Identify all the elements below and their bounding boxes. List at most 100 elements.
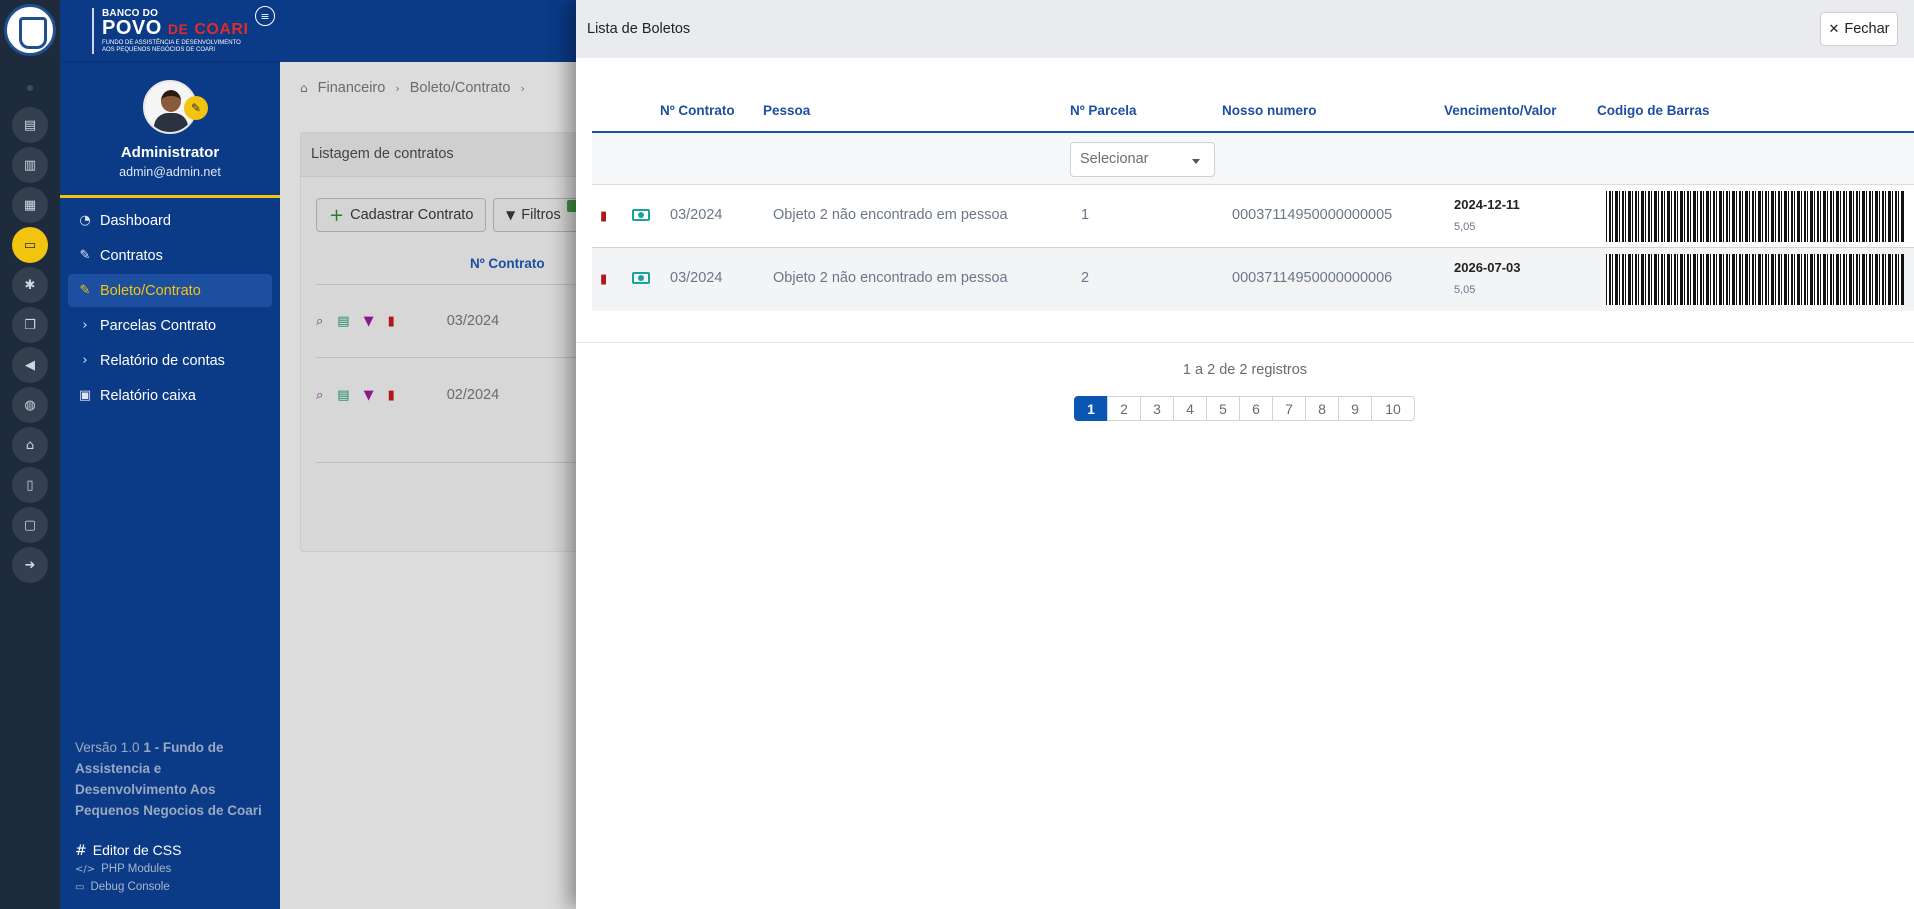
column-barcode[interactable]: Codigo de Barras [1597, 103, 1710, 118]
cogs-icon[interactable]: ✱ [12, 267, 48, 303]
monitor-icon[interactable]: ▢ [12, 507, 48, 543]
close-button[interactable]: ✕ Fechar [1820, 12, 1898, 46]
sidebar-item-label: Boleto/Contrato [100, 282, 201, 299]
breadcrumb-financeiro[interactable]: Financeiro [318, 80, 386, 96]
php-modules-link[interactable]: </> PHP Modules [75, 863, 171, 875]
add-contract-button[interactable]: + Cadastrar Contrato [316, 198, 487, 232]
id-card-icon[interactable]: ▤ [12, 107, 48, 143]
edit-icon: ✎ [79, 283, 91, 298]
bullhorn-icon[interactable]: ◀ [12, 347, 48, 383]
page-button[interactable]: 10 [1371, 396, 1415, 421]
pdf-icon[interactable]: ▮ [388, 314, 395, 329]
debug-console-link[interactable]: ▭ Debug Console [75, 881, 170, 893]
zoom-icon[interactable]: ⌕ [316, 314, 323, 329]
bg-column-contract: Nº Contrato [470, 256, 545, 271]
sidebar-item-label: Parcelas Contrato [100, 317, 217, 334]
sign-out-icon[interactable]: ➜ [12, 547, 48, 583]
rail-indicator [27, 85, 33, 91]
money-icon[interactable]: ▭ [12, 227, 48, 263]
edit-icon: ✎ [79, 248, 91, 263]
menu-toggle-icon[interactable]: ≡ [255, 6, 275, 26]
console-icon: ▭ [75, 882, 85, 893]
brand-de: DE [167, 21, 189, 37]
home-icon[interactable]: ⌂ [300, 81, 308, 95]
table-row[interactable]: ▮ 03/2024 Objeto 2 não encontrado em pes… [592, 248, 1914, 311]
home-icon[interactable]: ⌂ [12, 427, 48, 463]
chevron-right-icon: › [520, 81, 525, 95]
sidebar-item-relatorio-caixa[interactable]: ▣ Relatório caixa [68, 379, 272, 412]
cell-our-number: 00037114950000000005 [1232, 207, 1393, 223]
bg-table-row[interactable]: ⌕ ▤ ▼ ▮ 03/2024 [316, 286, 576, 356]
avatar-body [154, 113, 188, 132]
globe-icon[interactable]: ◍ [12, 387, 48, 423]
user-profile: ✎ Administrator admin@admin.net [60, 62, 280, 198]
installment-filter-select[interactable]: Selecionar [1070, 142, 1215, 177]
copy-icon[interactable]: ❐ [12, 307, 48, 343]
avatar-head [161, 90, 181, 112]
column-person[interactable]: Pessoa [763, 103, 810, 118]
column-installment[interactable]: Nº Parcela [1070, 103, 1136, 118]
money-icon[interactable] [632, 209, 650, 221]
cell-value: 5,05 [1454, 284, 1476, 296]
download-icon[interactable]: ▼ [364, 314, 374, 329]
chevron-right-icon: › [82, 318, 88, 333]
sidebar-item-contratos[interactable]: ✎ Contratos [68, 239, 272, 272]
page-button[interactable]: 4 [1173, 396, 1207, 421]
money-icon[interactable] [632, 272, 650, 284]
brand-line2: POVO DE COARI [102, 17, 248, 40]
cell-installment: 1 [1081, 207, 1090, 223]
php-modules-label: PHP Modules [101, 863, 172, 875]
column-contract[interactable]: Nº Contrato [660, 103, 735, 118]
file-icon[interactable]: ▯ [12, 467, 48, 503]
cell-our-number: 00037114950000000006 [1232, 270, 1393, 286]
invoice-icon[interactable]: ▤ [337, 388, 349, 403]
download-icon[interactable]: ▼ [364, 388, 374, 403]
sidebar-item-boleto-contrato[interactable]: ✎ Boleto/Contrato [68, 274, 272, 307]
page-button[interactable]: 8 [1305, 396, 1339, 421]
filter-label: Filtros [521, 207, 561, 223]
bg-table-row[interactable]: ⌕ ▤ ▼ ▮ 02/2024 [316, 360, 576, 430]
chevron-right-icon: › [82, 353, 88, 368]
cell-installment: 2 [1081, 270, 1090, 286]
column-our-number[interactable]: Nosso numero [1222, 103, 1317, 118]
breadcrumb-boleto-contrato[interactable]: Boleto/Contrato [410, 80, 511, 96]
plus-icon: + [329, 204, 345, 226]
pdf-icon[interactable]: ▮ [600, 209, 607, 224]
version-info: Versão 1.0 1 - Fundo de Assistencia e De… [75, 737, 275, 821]
page-button[interactable]: 9 [1338, 396, 1372, 421]
css-editor-label: Editor de CSS [92, 842, 182, 858]
sidebar-item-relatorio-contas[interactable]: › Relatório de contas [68, 344, 272, 377]
dashboard-icon: ◔ [79, 213, 91, 228]
clipboard-icon[interactable]: ▥ [12, 147, 48, 183]
sidebar-item-parcelas-contrato[interactable]: › Parcelas Contrato [68, 309, 272, 342]
chevron-right-icon: › [395, 81, 400, 95]
zoom-icon[interactable]: ⌕ [316, 388, 323, 403]
sidebar: BANCO DO POVO DE COARI FUNDO DE ASSISTÊN… [60, 0, 280, 909]
brand-coari: COARI [194, 21, 249, 38]
css-editor-link[interactable]: # Editor de CSS [75, 842, 181, 859]
page-button[interactable]: 6 [1239, 396, 1273, 421]
brand-povo: POVO [102, 17, 162, 39]
column-due-value[interactable]: Vencimento/Valor [1444, 103, 1557, 118]
bg-divider [316, 357, 576, 358]
table-row[interactable]: ▮ 03/2024 Objeto 2 não encontrado em pes… [592, 185, 1914, 248]
page-button[interactable]: 1 [1074, 396, 1108, 421]
pdf-icon[interactable]: ▮ [388, 388, 395, 403]
pdf-icon[interactable]: ▮ [600, 272, 607, 287]
page-button[interactable]: 7 [1272, 396, 1306, 421]
filter-icon: ▼ [506, 208, 516, 222]
sidebar-item-dashboard[interactable]: ◔ Dashboard [68, 204, 272, 237]
calendar-icon[interactable]: ▦ [12, 187, 48, 223]
invoice-icon[interactable]: ▤ [337, 314, 349, 329]
page-button[interactable]: 3 [1140, 396, 1174, 421]
pencil-icon[interactable]: ✎ [184, 96, 208, 120]
logo-seal[interactable] [4, 4, 56, 56]
cash-register-icon: ▣ [78, 388, 92, 403]
close-label: Fechar [1844, 21, 1890, 37]
cell-value: 5,05 [1454, 221, 1476, 233]
caret-down-icon [1192, 159, 1200, 164]
page-button[interactable]: 5 [1206, 396, 1240, 421]
bg-contract-number: 03/2024 [446, 313, 500, 329]
brand-logo[interactable]: BANCO DO POVO DE COARI FUNDO DE ASSISTÊN… [60, 0, 280, 62]
page-button[interactable]: 2 [1107, 396, 1141, 421]
